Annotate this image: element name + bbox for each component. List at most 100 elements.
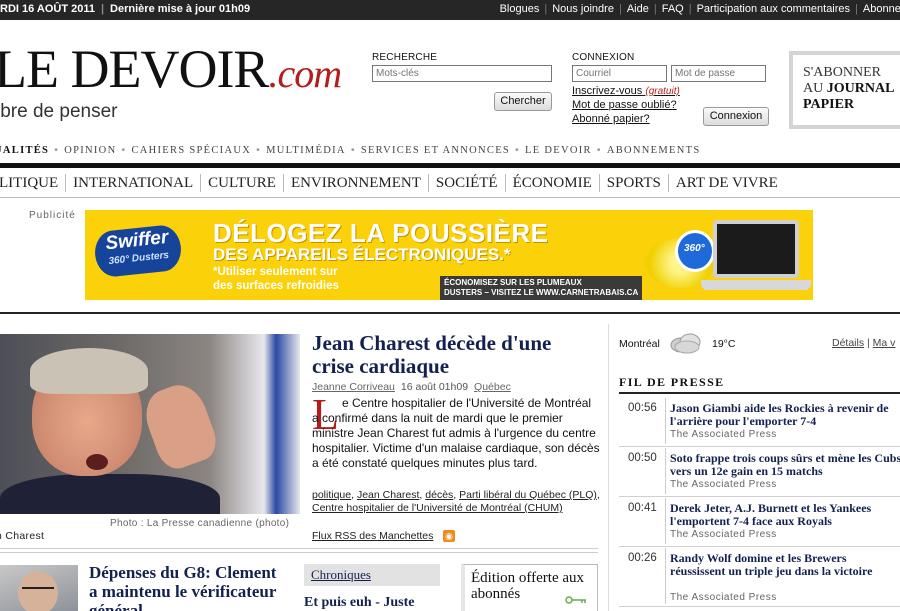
section-link[interactable]: Québec [474, 381, 511, 393]
section-sports[interactable]: SPORTS [600, 174, 669, 192]
register-text: Inscrivez-vous [572, 85, 643, 97]
story-thumbnail[interactable] [0, 565, 78, 611]
email-field[interactable] [572, 65, 667, 82]
divider [665, 548, 666, 604]
nav-le-devoir[interactable]: LE DEVOIR [525, 145, 592, 156]
divider [665, 498, 666, 544]
news-item[interactable]: 00:41 Derek Jeter, A.J. Burnett et les Y… [619, 498, 900, 547]
tag-link[interactable]: Parti libéral du Québec (PLQ) [459, 489, 597, 501]
ad-banner[interactable]: Swiffer 360° Dusters DÉLOGEZ LA POUSSIÈRE… [85, 210, 813, 300]
section-politique[interactable]: LITIQUE [0, 174, 67, 192]
register-link[interactable]: Inscrivez-vous (gratuit) [572, 85, 680, 97]
separator: • [121, 144, 127, 156]
login-label: CONNEXION [572, 52, 635, 63]
news-title[interactable]: Randy Wolf domine et les Brewers réussis… [670, 552, 900, 578]
top-links: Blogues | Nous joindre | Aide | FAQ | Participat… [500, 3, 900, 15]
rss-link[interactable]: Flux RSS des Manchettes [312, 530, 433, 542]
lead-headline[interactable]: Jean Charest décède d'une crise cardiaqu… [312, 332, 597, 378]
subscribe-paper-box[interactable]: S'ABONNER AU JOURNAL PAPIER [789, 51, 900, 129]
nav-services[interactable]: SERVICES ET ANNONCES [361, 145, 510, 156]
search-button[interactable]: Chercher [494, 92, 552, 111]
news-title[interactable]: Jason Giambi aide les Rockies à revenir … [670, 402, 900, 428]
tag-link[interactable]: décès [425, 489, 453, 501]
divider [0, 163, 900, 168]
weather-temp: 19°C [712, 338, 736, 350]
ad-note: *Utiliser seulement sur des surfaces ref… [213, 266, 339, 292]
main-nav: UALITÉS • OPINION • CAHIERS SPÉCIAUX • MULTIMÉ… [0, 144, 700, 156]
site-logo[interactable]: LE DEVOIR.com [0, 38, 342, 100]
current-date: RDI 16 AOÛT 2011 [0, 3, 95, 15]
hair-shape [30, 348, 148, 394]
weather-details-link[interactable]: Détails [832, 337, 864, 349]
divider [0, 197, 900, 198]
separator: • [350, 144, 356, 156]
date-line: RDI 16 AOÛT 2011 | Dernière mise à jour 01… [0, 3, 256, 15]
section-international[interactable]: INTERNATIONAL [66, 174, 202, 192]
lead-body: e Centre hospitalier de l'Université de … [312, 396, 600, 470]
register-note: (gratuit) [645, 86, 680, 97]
lead-tags: politique, Jean Charest, décès, Parti li… [312, 489, 600, 514]
tag-link[interactable]: politique [312, 489, 351, 501]
cloud-icon [670, 333, 701, 354]
paper-subscriber-link[interactable]: Abonné papier? [572, 113, 650, 125]
news-title[interactable]: Derek Jeter, A.J. Burnett et les Yankees… [670, 502, 900, 528]
news-item[interactable]: 00:56 Jason Giambi aide les Rockies à re… [619, 398, 900, 447]
weather-city: Montréal [619, 338, 660, 350]
section-culture[interactable]: CULTURE [201, 174, 284, 192]
forgot-password-link[interactable]: Mot de passe oublié? [572, 99, 677, 111]
nav-multimedia[interactable]: MULTIMÉDIA [266, 145, 346, 156]
section-environnement[interactable]: ENVIRONNEMENT [284, 174, 429, 192]
lead-byline: Jeanne Corriveau 16 août 01h09 Québec [312, 381, 511, 393]
nav-abonnements[interactable]: ABONNEMENTS [607, 145, 701, 156]
news-time: 00:26 [628, 552, 657, 564]
password-field[interactable] [671, 65, 766, 82]
news-time: 00:41 [628, 502, 657, 514]
separator: • [515, 144, 521, 156]
divider [665, 448, 666, 494]
story-headline[interactable]: Dépenses du G8: Clement a maintenu le vé… [89, 563, 289, 611]
lead-photo[interactable] [0, 334, 300, 514]
tag-link[interactable]: Jean Charest [357, 489, 419, 501]
divider [665, 398, 666, 444]
section-art-de-vivre[interactable]: ART DE VIVRE [669, 174, 785, 192]
suit-shape [0, 474, 220, 514]
ad-promo: ÉCONOMISEZ SUR LES PLUMEAUX DUSTERS – VI… [440, 276, 643, 300]
news-item[interactable]: 00:26 Randy Wolf domine et les Brewers r… [619, 548, 900, 607]
rss-icon[interactable]: ◉ [443, 530, 455, 542]
chroniques-link[interactable]: Chroniques [311, 567, 371, 583]
section-societe[interactable]: SOCIÉTÉ [429, 174, 506, 192]
laptop-icon [713, 220, 799, 278]
news-item[interactable]: 00:50 Soto frappe trois coups sûrs et mè… [619, 448, 900, 497]
link-faq[interactable]: FAQ [662, 3, 684, 15]
section-economie[interactable]: ÉCONOMIE [506, 174, 600, 192]
search-label: RECHERCHE [372, 52, 438, 63]
divider [619, 392, 900, 394]
separator: • [54, 144, 60, 156]
link-nous-joindre[interactable]: Nous joindre [552, 3, 614, 15]
ad-badge: 360° [684, 243, 705, 254]
ad-subheadline: DES APPAREILS ÉLECTRONIQUES.* [213, 245, 511, 264]
separator: | [653, 3, 657, 15]
laptop-base-icon [701, 280, 811, 290]
nav-opinion[interactable]: OPINION [64, 145, 116, 156]
news-source: The Associated Press [670, 429, 777, 440]
logo-suffix: .com [268, 51, 342, 96]
login-button[interactable]: Connexion [703, 107, 769, 126]
news-title[interactable]: Soto frappe trois coups sûrs et mène les… [670, 452, 900, 478]
subscribe-line2: AU JOURNAL [803, 81, 899, 97]
column-divider [608, 324, 609, 611]
chronique-headline[interactable]: Et puis euh - Juste [304, 595, 414, 611]
weather-more-link[interactable]: Ma v [873, 337, 896, 349]
link-blogues[interactable]: Blogues [500, 3, 540, 15]
separator: | [688, 3, 692, 15]
link-abonnement[interactable]: Abonnem [863, 3, 900, 15]
nav-cahiers[interactable]: CAHIERS SPÉCIAUX [131, 145, 251, 156]
link-participation[interactable]: Participation aux commentaires [697, 3, 850, 15]
nav-actualites[interactable]: UALITÉS [0, 145, 49, 156]
ad-brand-logo: Swiffer 360° Dusters [92, 223, 184, 279]
subscribe-au: AU [803, 81, 827, 96]
search-input[interactable] [372, 65, 552, 82]
tag-link[interactable]: Centre hospitalier de l'Université de Mo… [312, 502, 563, 514]
link-aide[interactable]: Aide [627, 3, 649, 15]
fil-de-presse-title: FIL DE PRESSE [619, 375, 725, 389]
